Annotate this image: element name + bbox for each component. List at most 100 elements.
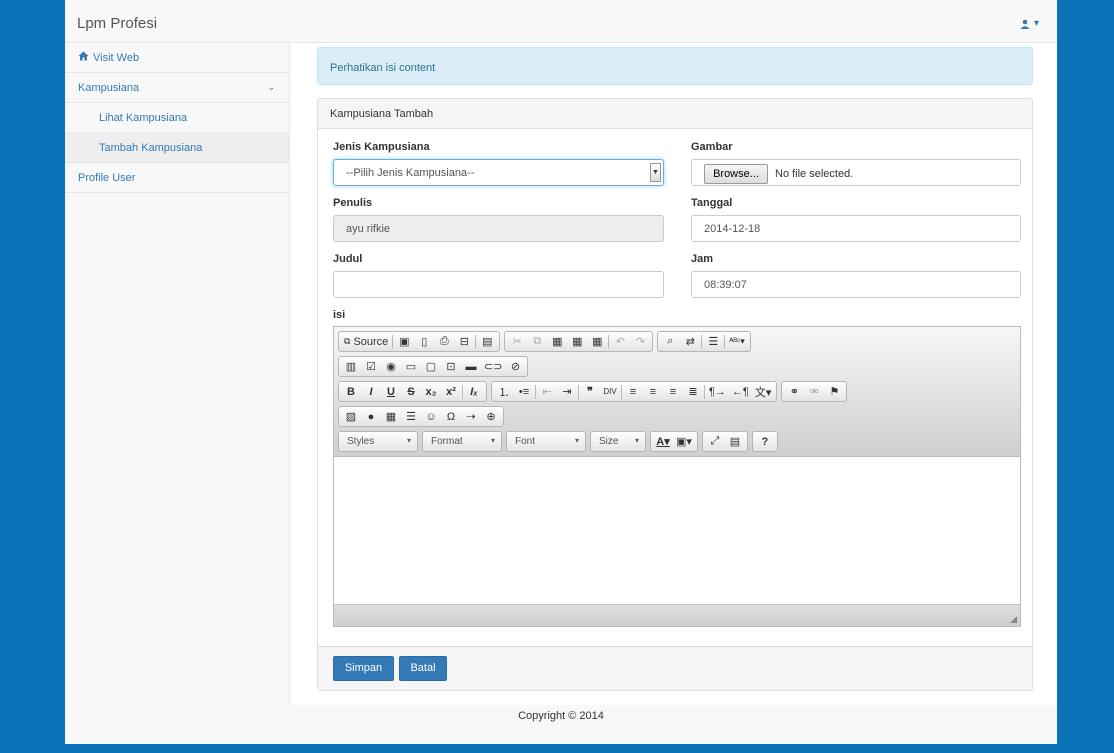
info-alert: Perhatikan isi content — [317, 47, 1033, 85]
sidebar-item-kampusiana[interactable]: Kampusiana ⌄ — [65, 73, 289, 103]
toolbar-row: ▨ ● ▦ ☰ ☺ Ω ⇢ ⊕ — [338, 406, 1020, 428]
checkbox-icon[interactable]: ☑ — [362, 358, 380, 376]
radio-icon[interactable]: ◉ — [382, 358, 400, 376]
replace-icon[interactable]: ⇄ — [681, 333, 699, 351]
resize-handle-icon[interactable] — [1010, 616, 1017, 623]
save-icon[interactable]: ▣ — [395, 333, 413, 351]
text-color-icon[interactable]: A▾ — [654, 433, 672, 451]
justify-icon[interactable]: ≣ — [684, 383, 702, 401]
bold-icon[interactable]: B — [342, 383, 360, 401]
find-icon[interactable]: ⌕ — [661, 333, 679, 351]
special-char-icon[interactable]: Ω — [442, 408, 460, 426]
table-icon[interactable]: ▦ — [382, 408, 400, 426]
gambar-file-input[interactable]: Browse... No file selected. — [691, 159, 1021, 186]
show-blocks-icon[interactable]: ▤ — [726, 433, 744, 451]
button-field-icon[interactable]: ▬ — [462, 358, 480, 376]
judul-field[interactable] — [333, 271, 664, 298]
form-panel: Kampusiana Tambah Jenis Kampusiana --Pil… — [317, 98, 1033, 691]
help-icon[interactable]: ? — [756, 433, 774, 451]
sidebar-item-label: Kampusiana — [78, 81, 140, 94]
unlink-icon[interactable]: ⚮ — [805, 383, 823, 401]
bulleted-list-icon[interactable]: •≡ — [515, 383, 533, 401]
sidebar-item-lihat-kampusiana[interactable]: Lihat Kampusiana — [65, 103, 289, 133]
templates-icon[interactable]: ▤ — [478, 333, 496, 351]
copyright-text: Copyright © 2014 — [518, 710, 604, 722]
spellcheck-icon[interactable]: ᴬᴮᶜ▾ — [727, 333, 747, 351]
remove-format-icon[interactable]: Iₓ — [465, 383, 483, 401]
outdent-icon[interactable]: ⇤ — [538, 383, 556, 401]
brand-link[interactable]: Lpm Profesi — [77, 15, 157, 32]
print-icon[interactable]: ⊟ — [455, 333, 473, 351]
italic-icon[interactable]: I — [362, 383, 380, 401]
font-combo[interactable]: Font ▾ — [506, 431, 586, 452]
paste-word-icon[interactable]: ▦ — [588, 333, 606, 351]
toolbar-group: ▥ ☑ ◉ ▭ ▢ ⊡ ▬ ⊂⊃ ⊘ — [338, 356, 529, 377]
save-button[interactable]: Simpan — [333, 656, 394, 681]
anchor-icon[interactable]: ⚑ — [825, 383, 843, 401]
source-label: Source — [353, 335, 389, 348]
image-button-icon[interactable]: ⊂⊃ — [482, 358, 504, 376]
background-color-icon[interactable]: ▣▾ — [674, 433, 694, 451]
div-container-icon[interactable]: DIV — [601, 383, 619, 401]
iframe-icon[interactable]: ⊕ — [482, 408, 500, 426]
textarea-icon[interactable]: ▢ — [422, 358, 440, 376]
smiley-icon[interactable]: ☺ — [422, 408, 440, 426]
form-icon[interactable]: ▥ — [342, 358, 360, 376]
page-break-icon[interactable]: ⇢ — [462, 408, 480, 426]
user-menu[interactable]: ▾ — [1020, 18, 1039, 29]
panel-title: Kampusiana Tambah — [318, 99, 1032, 129]
redo-icon[interactable]: ↷ — [631, 333, 649, 351]
rich-text-editor[interactable]: ⧉ Source ▣ ▯ ⎙ ⊟ ▤ ✂ ⧉ ▦ ▦ ▦ ↶ ↷ ⌕ ⇄ ☰ ᴬ… — [333, 326, 1021, 627]
flash-icon[interactable]: ● — [362, 408, 380, 426]
strikethrough-icon[interactable]: S — [402, 383, 420, 401]
align-center-icon[interactable]: ≡ — [644, 383, 662, 401]
toolbar-row: ▥ ☑ ◉ ▭ ▢ ⊡ ▬ ⊂⊃ ⊘ — [338, 356, 1020, 378]
format-combo[interactable]: Format ▾ — [422, 431, 502, 452]
toolbar-row: B I U S x₂ x² Iₓ ⒈ •≡ ⇤ ⇥ ❞ DIV ≡ ≡ ≡ ≣ … — [338, 381, 1020, 403]
language-icon[interactable]: 文▾ — [753, 383, 774, 401]
copy-icon[interactable]: ⧉ — [528, 333, 546, 351]
sidebar-item-visit-web[interactable]: Visit Web — [65, 43, 289, 73]
horizontal-line-icon[interactable]: ☰ — [402, 408, 420, 426]
preview-icon[interactable]: ⎙ — [435, 333, 453, 351]
editor-body[interactable] — [334, 458, 1020, 604]
maximize-icon[interactable]: ⤢ — [706, 433, 724, 451]
sidebar-item-label: Visit Web — [93, 51, 140, 64]
superscript-icon[interactable]: x² — [442, 383, 460, 401]
jenis-select[interactable]: --Pilih Jenis Kampusiana-- ▼ — [333, 159, 664, 186]
text-field-icon[interactable]: ▭ — [402, 358, 420, 376]
numbered-list-icon[interactable]: ⒈ — [495, 383, 513, 401]
paste-icon[interactable]: ▦ — [548, 333, 566, 351]
align-right-icon[interactable]: ≡ — [664, 383, 682, 401]
styles-combo[interactable]: Styles ▾ — [338, 431, 418, 452]
jam-field[interactable]: 08:39:07 — [691, 271, 1021, 298]
cancel-button[interactable]: Batal — [399, 656, 447, 681]
text-direction-rtl-icon[interactable]: ←¶ — [730, 383, 751, 401]
undo-icon[interactable]: ↶ — [611, 333, 629, 351]
size-combo[interactable]: Size ▾ — [590, 431, 646, 452]
select-all-icon[interactable]: ☰ — [704, 333, 722, 351]
align-left-icon[interactable]: ≡ — [624, 383, 642, 401]
source-button[interactable]: ⧉ Source — [342, 333, 390, 351]
select-field-icon[interactable]: ⊡ — [442, 358, 460, 376]
paste-text-icon[interactable]: ▦ — [568, 333, 586, 351]
browse-button[interactable]: Browse... — [704, 164, 768, 184]
toolbar-row: Styles ▾ Format ▾ Font ▾ Size ▾ A▾ ▣▾ ⤢ … — [338, 431, 1020, 453]
text-direction-ltr-icon[interactable]: ¶→ — [707, 383, 728, 401]
sidebar-item-profile-user[interactable]: Profile User — [65, 163, 289, 193]
blockquote-icon[interactable]: ❞ — [581, 383, 599, 401]
sidebar-item-label: Profile User — [78, 171, 136, 184]
indent-icon[interactable]: ⇥ — [558, 383, 576, 401]
hidden-field-icon[interactable]: ⊘ — [506, 358, 524, 376]
tanggal-field[interactable]: 2014-12-18 — [691, 215, 1021, 242]
image-icon[interactable]: ▨ — [342, 408, 360, 426]
subscript-icon[interactable]: x₂ — [422, 383, 440, 401]
toolbar-group: A▾ ▣▾ — [650, 431, 698, 452]
cut-icon[interactable]: ✂ — [508, 333, 526, 351]
new-page-icon[interactable]: ▯ — [415, 333, 433, 351]
sidebar-item-tambah-kampusiana[interactable]: Tambah Kampusiana — [65, 133, 289, 163]
link-icon[interactable]: ⚭ — [785, 383, 803, 401]
user-icon — [1020, 19, 1030, 29]
toolbar-group: ▨ ● ▦ ☰ ☺ Ω ⇢ ⊕ — [338, 406, 504, 427]
underline-icon[interactable]: U — [382, 383, 400, 401]
